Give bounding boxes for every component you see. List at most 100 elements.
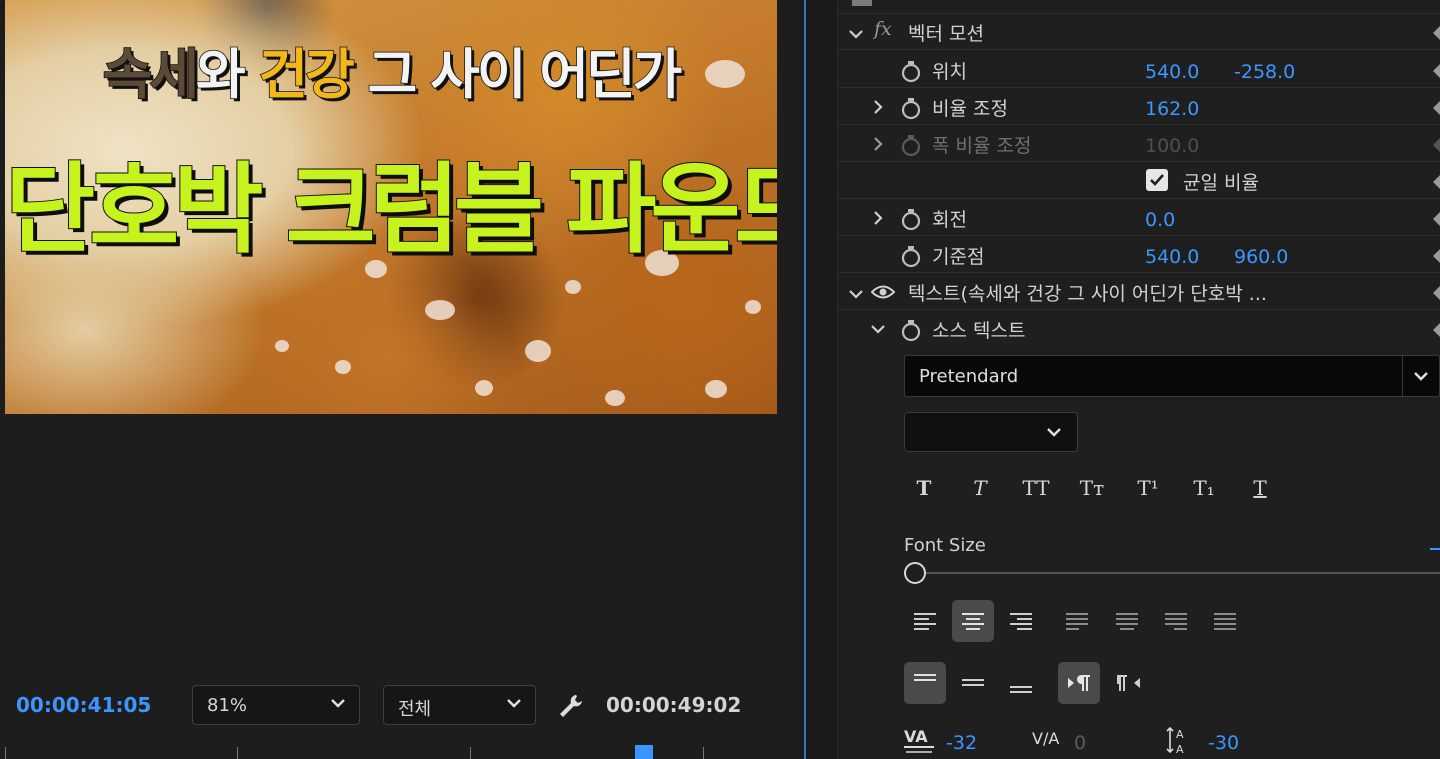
reset-icon[interactable] xyxy=(1432,249,1440,263)
motion-effect-row[interactable]: fx 벡터 모션 xyxy=(838,14,1440,50)
anchor-point-row: 기준점 540.0 960.0 xyxy=(838,237,1440,273)
kerning-control[interactable]: VA -32 xyxy=(902,722,1012,758)
align-middle-button[interactable] xyxy=(952,662,994,704)
tracking-control[interactable]: V/A 0 xyxy=(1030,722,1140,758)
font-size-value-marker[interactable] xyxy=(1430,548,1440,550)
uniform-scale-checkbox[interactable] xyxy=(1146,169,1168,191)
justify-right-button[interactable] xyxy=(1155,600,1197,642)
align-left-button[interactable] xyxy=(904,600,946,642)
align-center-button[interactable] xyxy=(952,600,994,642)
panel-top-strip xyxy=(838,0,1440,14)
playhead[interactable] xyxy=(635,745,653,759)
font-family-select[interactable]: Pretendard xyxy=(904,355,1440,397)
chevron-down-icon[interactable] xyxy=(848,286,864,302)
stopwatch-icon xyxy=(901,135,921,157)
reset-icon xyxy=(1433,138,1440,152)
chevron-down-icon xyxy=(507,699,521,708)
ltr-paragraph-icon xyxy=(1068,675,1090,691)
position-x-value[interactable]: 540.0 xyxy=(1145,61,1199,83)
anchor-x-value[interactable]: 540.0 xyxy=(1145,246,1199,268)
eye-icon[interactable] xyxy=(871,284,895,300)
stopwatch-icon[interactable] xyxy=(900,318,922,342)
text-effect-row[interactable]: 텍스트(속세와 건강 그 사이 어딘가 단호박 ... xyxy=(838,274,1440,310)
small-caps-button[interactable]: Tт xyxy=(1075,476,1109,504)
justify-left-button[interactable] xyxy=(1056,600,1098,642)
faux-italic-button[interactable]: T xyxy=(963,476,997,504)
align-bottom-button[interactable] xyxy=(1000,662,1042,704)
chevron-down-icon xyxy=(331,699,345,708)
chevron-down-icon xyxy=(1047,428,1061,437)
reset-icon[interactable] xyxy=(1432,286,1440,300)
superscript-button[interactable]: T¹ xyxy=(1131,476,1165,504)
rotation-row: 회전 0.0 xyxy=(838,200,1440,236)
stopwatch-icon[interactable] xyxy=(900,244,922,268)
subscript-button[interactable]: T₁ xyxy=(1187,476,1221,504)
stopwatch-icon[interactable] xyxy=(900,207,922,231)
reset-icon[interactable] xyxy=(1432,175,1440,189)
rtl-direction-button[interactable] xyxy=(1108,662,1150,704)
font-style-select[interactable] xyxy=(904,412,1078,452)
anchor-y-value[interactable]: 960.0 xyxy=(1234,246,1288,268)
underline-button[interactable]: T xyxy=(1243,476,1277,504)
stopwatch-icon[interactable] xyxy=(900,59,922,83)
chevron-right-icon[interactable] xyxy=(870,210,886,226)
reset-icon[interactable] xyxy=(1432,26,1440,40)
rtl-paragraph-icon xyxy=(1117,675,1140,691)
title-word-4: 그 사이 어딘가 xyxy=(351,42,683,107)
chevron-right-icon[interactable] xyxy=(870,136,886,152)
reset-icon[interactable] xyxy=(1432,323,1440,337)
wrench-icon[interactable] xyxy=(556,691,586,721)
align-right-icon xyxy=(1010,613,1032,630)
timeline-ruler[interactable] xyxy=(0,745,800,759)
justify-right-icon xyxy=(1165,613,1187,630)
panel-gutter xyxy=(806,0,838,759)
align-top-button[interactable] xyxy=(904,662,946,704)
justify-all-icon xyxy=(1214,613,1236,630)
justify-center-icon xyxy=(1116,613,1138,630)
leading-control[interactable]: AA -30 xyxy=(1164,722,1274,758)
reset-icon[interactable] xyxy=(1432,212,1440,226)
effect-controls-panel: fx 벡터 모션 위치 540.0 -258.0 비율 조정 162.0 폭 비… xyxy=(838,0,1440,759)
leading-icon: AA xyxy=(1166,726,1184,756)
zoom-select[interactable]: 81% xyxy=(192,685,360,725)
chevron-right-icon[interactable] xyxy=(870,99,886,115)
justify-all-button[interactable] xyxy=(1204,600,1246,642)
ltr-direction-button[interactable] xyxy=(1058,662,1100,704)
scale-label: 비율 조정 xyxy=(932,98,1008,120)
video-frame[interactable]: 속세와 건강 그 사이 어딘가 단호박 크럼블 파운드 xyxy=(5,0,777,414)
chevron-down-icon[interactable] xyxy=(1411,366,1431,386)
rotation-value[interactable]: 0.0 xyxy=(1145,209,1175,231)
fx-icon: fx xyxy=(874,18,892,40)
kerning-value[interactable]: -32 xyxy=(946,732,977,754)
scale-width-value: 100.0 xyxy=(1145,135,1200,157)
font-family-value: Pretendard xyxy=(919,366,1019,387)
stopwatch-icon[interactable] xyxy=(900,96,922,120)
resolution-select[interactable]: 전체 xyxy=(383,685,536,725)
title-word-3: 건강 xyxy=(258,42,356,107)
position-y-value[interactable]: -258.0 xyxy=(1234,61,1295,83)
tracking-value[interactable]: 0 xyxy=(1074,732,1086,754)
scale-width-label: 폭 비율 조정 xyxy=(932,135,1032,157)
align-middle-icon xyxy=(962,679,984,686)
anchor-point-label: 기준점 xyxy=(932,246,985,268)
title-line-1: 속세와 건강 그 사이 어딘가 xyxy=(5,30,777,109)
chevron-down-icon[interactable] xyxy=(848,26,864,42)
chevron-down-icon[interactable] xyxy=(870,321,886,337)
svg-text:A: A xyxy=(1176,743,1184,756)
duration-timecode: 00:00:49:02 xyxy=(606,693,742,717)
uniform-scale-label: 균일 비율 xyxy=(1183,172,1259,194)
leading-value[interactable]: -30 xyxy=(1208,732,1239,754)
scale-value[interactable]: 162.0 xyxy=(1145,98,1199,120)
justify-center-button[interactable] xyxy=(1106,600,1148,642)
title-word-2: 와 xyxy=(195,42,259,107)
align-right-button[interactable] xyxy=(1000,600,1042,642)
source-text-label: 소스 텍스트 xyxy=(932,320,1026,342)
reset-icon[interactable] xyxy=(1432,101,1440,115)
current-timecode[interactable]: 00:00:41:05 xyxy=(16,693,151,717)
font-size-slider-track[interactable] xyxy=(926,572,1440,574)
font-size-slider-knob[interactable] xyxy=(904,562,926,584)
scale-width-row: 폭 비율 조정 100.0 xyxy=(838,126,1440,162)
all-caps-button[interactable]: TT xyxy=(1019,476,1053,504)
faux-bold-button[interactable]: T xyxy=(907,476,941,504)
reset-icon[interactable] xyxy=(1432,64,1440,78)
